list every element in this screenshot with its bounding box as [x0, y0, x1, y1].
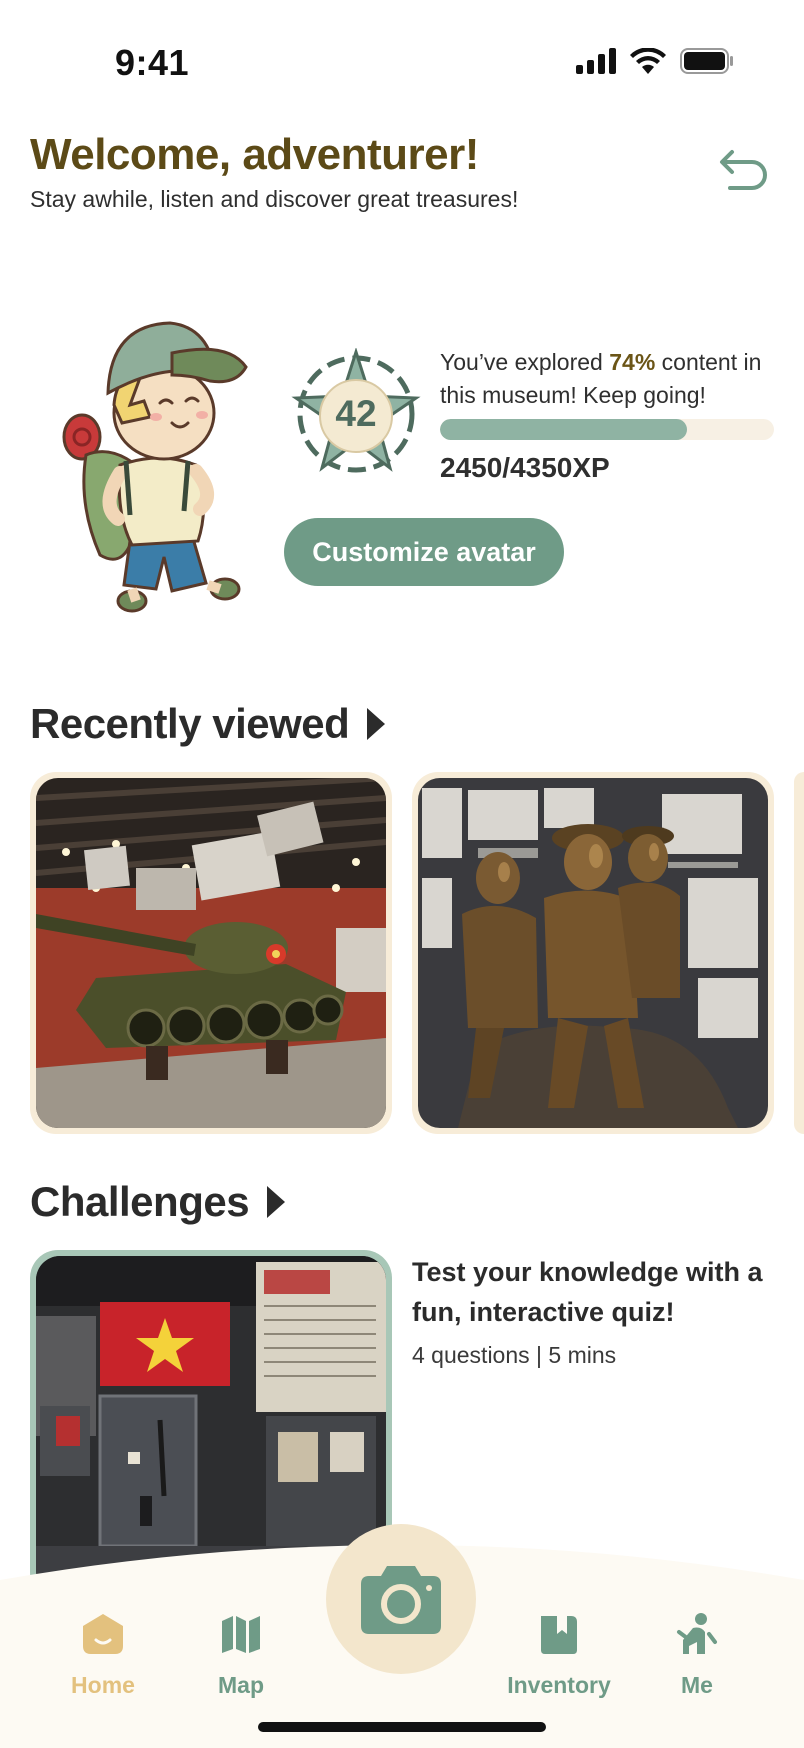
play-arrow-icon	[267, 1186, 286, 1218]
quiz-title[interactable]: Test your knowledge with a fun, interact…	[412, 1252, 792, 1332]
tab-map[interactable]: Map	[176, 1608, 306, 1699]
tab-map-label: Map	[218, 1672, 264, 1698]
challenges-header[interactable]: Challenges	[30, 1178, 286, 1226]
tab-me[interactable]: Me	[632, 1608, 762, 1699]
tab-inventory-label: Inventory	[507, 1672, 611, 1698]
tab-inventory[interactable]: Inventory	[494, 1608, 624, 1699]
tab-home-label: Home	[71, 1672, 135, 1698]
status-icons	[576, 48, 734, 74]
home-icon	[83, 1614, 123, 1654]
battery-icon	[680, 48, 733, 74]
map-icon	[222, 1616, 260, 1653]
recently-viewed-title: Recently viewed	[30, 700, 350, 747]
tank-exhibit-image	[36, 778, 386, 1128]
back-button[interactable]	[718, 146, 772, 192]
wifi-icon	[630, 48, 666, 74]
tab-me-label: Me	[681, 1672, 713, 1698]
status-time: 9:41	[115, 42, 190, 83]
status-bar: 9:41	[0, 0, 804, 110]
person-icon	[677, 1613, 717, 1654]
progress-bar-fill	[440, 419, 688, 440]
undo-arrow-icon	[720, 150, 767, 190]
bronze-statue-image	[418, 778, 768, 1128]
quiz-meta: 4 questions | 5 mins	[412, 1342, 617, 1368]
inventory-icon	[541, 1616, 577, 1654]
camera-button[interactable]	[326, 1524, 476, 1674]
customize-avatar-button[interactable]: Customize avatar	[284, 518, 564, 586]
play-arrow-icon	[367, 708, 386, 740]
level-number: 42	[335, 393, 377, 434]
page-subtitle: Stay awhile, listen and discover great t…	[30, 186, 519, 212]
progress-message: You’ve explored 74% content in this muse…	[440, 346, 780, 412]
recently-viewed-header[interactable]: Recently viewed	[30, 700, 386, 748]
signal-icon	[576, 48, 616, 74]
tab-home[interactable]: Home	[38, 1608, 168, 1699]
explorer-avatar-illustration	[62, 321, 248, 613]
progress-bar	[440, 419, 774, 440]
challenges-title: Challenges	[30, 1178, 250, 1225]
camera-icon	[361, 1566, 441, 1634]
progress-percent: 74%	[609, 349, 656, 375]
welcome-header: Welcome, adventurer! Stay awhile, listen…	[30, 130, 770, 213]
level-badge: 42	[290, 347, 422, 480]
progress-prefix: You’ve explored	[440, 349, 610, 375]
avatar	[60, 305, 260, 625]
recent-item-statue[interactable]	[412, 772, 774, 1134]
recent-item-tank[interactable]	[30, 772, 392, 1134]
recent-item-peek[interactable]	[794, 772, 804, 1134]
home-indicator	[258, 1722, 546, 1732]
xp-counter: 2450/4350XP	[440, 452, 610, 483]
page-title: Welcome, adventurer!	[30, 130, 479, 179]
